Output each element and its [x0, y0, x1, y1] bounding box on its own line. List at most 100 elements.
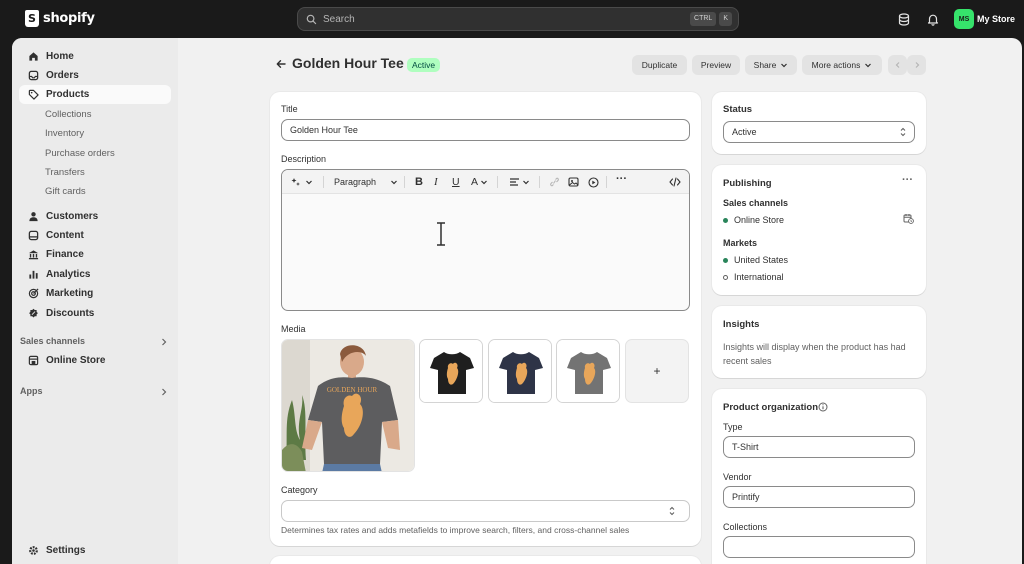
- sidebar-subitem-gift-cards[interactable]: Gift cards: [45, 186, 86, 197]
- description-editor[interactable]: Paragraph B I U A ···: [281, 169, 690, 311]
- sidebar-section-apps[interactable]: Apps: [20, 386, 43, 396]
- product-media-thumb[interactable]: [556, 339, 620, 403]
- select-chevron-icon: [669, 506, 675, 516]
- chevron-right-icon[interactable]: [160, 388, 168, 396]
- type-input[interactable]: T-Shirt: [723, 436, 915, 458]
- category-help-text: Determines tax rates and adds metafields…: [281, 525, 630, 535]
- link-button[interactable]: [549, 176, 560, 188]
- insights-text: Insights will display when the product h…: [723, 342, 906, 366]
- publishing-more-button[interactable]: ···: [902, 174, 913, 186]
- tag-icon: [27, 89, 39, 101]
- sidebar-item-label: Products: [46, 89, 90, 100]
- sidebar-item-analytics[interactable]: Analytics: [19, 265, 171, 284]
- sidebar-item-home[interactable]: Home: [19, 47, 171, 66]
- model-wearing-tee-image: GOLDEN HOUR: [282, 340, 414, 471]
- logo-text: shopify: [43, 11, 95, 26]
- sidebar-item-finance[interactable]: Finance: [19, 245, 171, 264]
- description-label: Description: [281, 154, 327, 164]
- sidebar-item-customers[interactable]: Customers: [19, 207, 171, 226]
- next-product-button[interactable]: [907, 55, 926, 75]
- title-input-value: Golden Hour Tee: [290, 125, 358, 135]
- schedule-calendar-icon[interactable]: [903, 213, 914, 224]
- sidebar-item-settings[interactable]: Settings: [19, 541, 171, 560]
- search-shortcut: CTRL K: [690, 12, 732, 26]
- sidebar-subitem-collections[interactable]: Collections: [45, 109, 91, 120]
- duplicate-button[interactable]: Duplicate: [632, 55, 687, 75]
- chevron-down-icon: [865, 63, 872, 68]
- align-button[interactable]: [509, 176, 530, 188]
- store-avatar[interactable]: MS: [954, 9, 974, 29]
- svg-text:GOLDEN HOUR: GOLDEN HOUR: [327, 386, 378, 394]
- sidebar-item-discounts[interactable]: Discounts: [19, 304, 171, 323]
- play-circle-icon: [588, 176, 599, 188]
- search-bar[interactable]: Search CTRL K: [297, 7, 739, 31]
- insert-image-button[interactable]: [568, 176, 579, 188]
- black-tee-image: [420, 340, 482, 402]
- italic-button[interactable]: I: [434, 176, 438, 188]
- sidebar-item-orders[interactable]: Orders: [19, 66, 171, 85]
- product-media-thumb[interactable]: [488, 339, 552, 403]
- more-formatting-button[interactable]: ···: [616, 173, 627, 185]
- chevron-down-icon: [481, 180, 487, 185]
- toolbar-divider: [606, 176, 607, 188]
- shortcut-key-k: K: [719, 12, 732, 26]
- category-select[interactable]: [281, 500, 690, 522]
- sidebar-item-label: Analytics: [46, 269, 91, 280]
- sidebar-item-label: Finance: [46, 249, 84, 260]
- sidebar-subitem-purchase-orders[interactable]: Purchase orders: [45, 148, 115, 159]
- sidebar-item-products[interactable]: Products: [19, 85, 171, 104]
- collections-input[interactable]: [723, 536, 915, 558]
- market-active-dot: [723, 258, 728, 263]
- sidebar-subitem-inventory[interactable]: Inventory: [45, 128, 84, 139]
- storefront-icon: [27, 355, 39, 367]
- publishing-card: Publishing ··· Sales channels Online Sto…: [712, 165, 926, 295]
- align-left-icon: [510, 178, 519, 186]
- product-media-main[interactable]: GOLDEN HOUR: [281, 339, 415, 472]
- insert-video-button[interactable]: [588, 176, 599, 188]
- gear-icon: [27, 545, 39, 557]
- type-input-value: T-Shirt: [732, 442, 759, 452]
- content-icon: [27, 230, 39, 242]
- vendor-input[interactable]: Printify: [723, 486, 915, 508]
- toolbar-divider: [539, 176, 540, 188]
- toolbar-divider: [404, 176, 405, 188]
- channel-online-store: Online Store: [734, 215, 785, 225]
- preview-button[interactable]: Preview: [692, 55, 740, 75]
- paragraph-style-select[interactable]: Paragraph: [334, 176, 398, 188]
- store-name[interactable]: My Store: [977, 14, 1015, 24]
- sidebar-item-content[interactable]: Content: [19, 226, 171, 245]
- shopify-bag-icon: S: [25, 10, 39, 27]
- toolbar-divider: [323, 176, 324, 188]
- database-icon[interactable]: [896, 11, 912, 27]
- back-arrow-icon[interactable]: [275, 58, 287, 70]
- text-color-button[interactable]: A: [471, 176, 488, 188]
- status-select[interactable]: Active: [723, 121, 915, 143]
- sidebar-item-online-store[interactable]: Online Store: [19, 351, 171, 370]
- link-icon: [550, 177, 559, 187]
- bell-icon[interactable]: [925, 11, 941, 27]
- grey-tee-image: [557, 340, 619, 402]
- shopify-logo[interactable]: S shopify: [25, 10, 95, 27]
- sidebar-item-marketing[interactable]: Marketing: [19, 284, 171, 303]
- chevron-down-icon: [306, 180, 312, 185]
- bold-button[interactable]: B: [415, 176, 423, 188]
- sidebar-subitem-transfers[interactable]: Transfers: [45, 167, 85, 178]
- more-actions-button[interactable]: More actions: [802, 55, 882, 75]
- chevron-right-icon[interactable]: [160, 338, 168, 346]
- info-icon[interactable]: [818, 402, 828, 412]
- share-button[interactable]: Share: [745, 55, 797, 75]
- product-media-thumb[interactable]: [419, 339, 483, 403]
- chevron-down-icon: [391, 180, 397, 185]
- insights-card: Insights Insights will display when the …: [712, 306, 926, 378]
- sparkle-icon: [291, 178, 300, 186]
- sidebar-section-sales-channels[interactable]: Sales channels: [20, 336, 85, 346]
- published-dot: [723, 218, 728, 223]
- markets-label: Markets: [723, 238, 758, 248]
- add-media-button[interactable]: +: [625, 339, 689, 403]
- ai-magic-button[interactable]: [291, 176, 313, 188]
- underline-button[interactable]: U: [452, 176, 460, 188]
- title-input[interactable]: Golden Hour Tee: [281, 119, 690, 141]
- html-view-button[interactable]: [669, 176, 681, 188]
- previous-product-button[interactable]: [888, 55, 907, 75]
- status-label: Status: [723, 104, 753, 115]
